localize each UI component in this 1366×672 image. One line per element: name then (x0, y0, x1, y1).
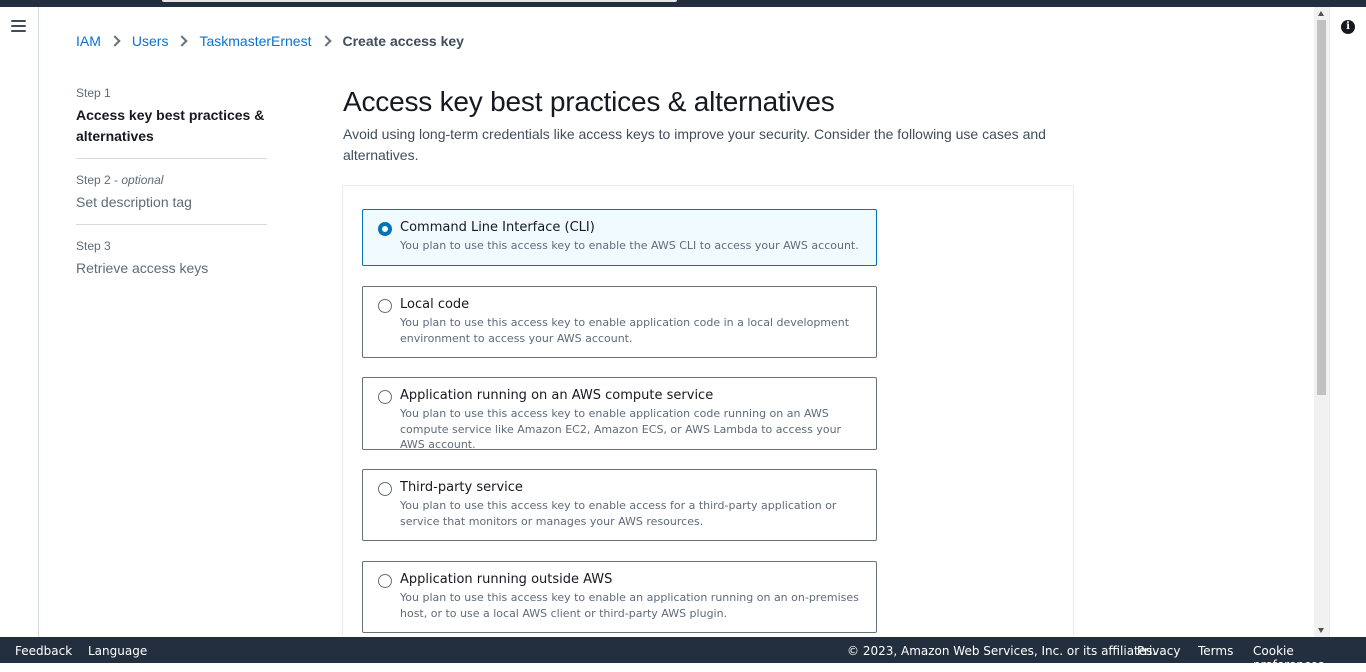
footer-language-link[interactable]: Language (88, 644, 147, 658)
option-label: Third-party service (400, 480, 523, 495)
use-case-option-third-party[interactable]: Third-party service You plan to use this… (362, 469, 877, 541)
step-optional-label: optional (121, 173, 164, 187)
use-case-option-local-code[interactable]: Local code You plan to use this access k… (362, 286, 877, 358)
option-description: You plan to use this access key to enabl… (400, 239, 859, 252)
breadcrumb: IAM Users TaskmasterErnest Create access… (76, 31, 464, 51)
use-case-option-outside-aws[interactable]: Application running outside AWS You plan… (362, 561, 877, 633)
option-label: Application running outside AWS (400, 572, 613, 587)
radio-button-selected[interactable] (378, 222, 392, 236)
step-number: Step 3 (76, 239, 111, 253)
right-tools-rail: i (1329, 7, 1366, 637)
wizard-step-1: Step 1 Access key best practices & alter… (76, 86, 267, 159)
breadcrumb-link-iam[interactable]: IAM (76, 33, 101, 49)
left-navigation-rail (0, 7, 39, 637)
chevron-right-icon (176, 35, 189, 47)
footer-bar: Feedback Language © 2023, Amazon Web Ser… (0, 637, 1366, 672)
radio-button[interactable] (378, 482, 392, 496)
option-description: You plan to use this access key to enabl… (400, 316, 850, 345)
footer-terms-link[interactable]: Terms (1198, 644, 1233, 658)
wizard-step-2: Step 2 - optional Set description tag (76, 173, 267, 225)
wizard-steps: Step 1 Access key best practices & alter… (76, 86, 267, 304)
vertical-scrollbar[interactable] (1314, 7, 1329, 637)
wizard-step-3: Step 3 Retrieve access keys (76, 239, 267, 290)
option-description: You plan to use this access key to enabl… (400, 407, 842, 451)
breadcrumb-current: Create access key (342, 33, 464, 49)
option-description: You plan to use this access key to enabl… (400, 499, 837, 528)
chevron-right-icon (109, 35, 121, 47)
breadcrumb-link-user[interactable]: TaskmasterErnest (199, 33, 311, 49)
scrollbar-thumb[interactable] (1317, 20, 1326, 395)
footer-privacy-link[interactable]: Privacy (1137, 644, 1180, 658)
footer-cookie-preferences-link[interactable]: Cookie preferences (1253, 644, 1366, 672)
page-title: Access key best practices & alternatives (343, 86, 835, 117)
step-number: Step 1 (76, 86, 111, 100)
search-bar-edge[interactable] (162, 0, 677, 2)
option-label: Command Line Interface (CLI) (400, 220, 595, 235)
option-label: Local code (400, 297, 470, 312)
radio-button[interactable] (378, 299, 392, 313)
option-label: Application running on an AWS compute se… (400, 388, 714, 403)
option-description: You plan to use this access key to enabl… (400, 591, 859, 620)
radio-button[interactable] (378, 574, 392, 588)
step-title[interactable]: Set description tag (76, 192, 267, 213)
scroll-down-arrow-icon[interactable] (1318, 628, 1324, 633)
info-icon[interactable]: i (1341, 20, 1355, 34)
top-navigation-bar (0, 0, 1366, 7)
page-description: Avoid using long-term credentials like a… (343, 126, 1046, 163)
chevron-right-icon (319, 35, 332, 47)
use-case-option-cli[interactable]: Command Line Interface (CLI) You plan to… (362, 209, 877, 266)
step-title: Access key best practices & alternatives (76, 107, 265, 144)
scroll-up-arrow-icon[interactable] (1318, 11, 1324, 16)
use-case-option-aws-compute[interactable]: Application running on an AWS compute se… (362, 377, 877, 451)
breadcrumb-link-users[interactable]: Users (132, 33, 169, 49)
footer-copyright: © 2023, Amazon Web Services, Inc. or its… (847, 644, 1157, 658)
menu-icon[interactable] (9, 18, 29, 36)
footer-feedback-link[interactable]: Feedback (15, 644, 72, 658)
step-title[interactable]: Retrieve access keys (76, 258, 267, 279)
step-number: Step 2 - optional (76, 173, 164, 187)
radio-button[interactable] (378, 390, 392, 404)
